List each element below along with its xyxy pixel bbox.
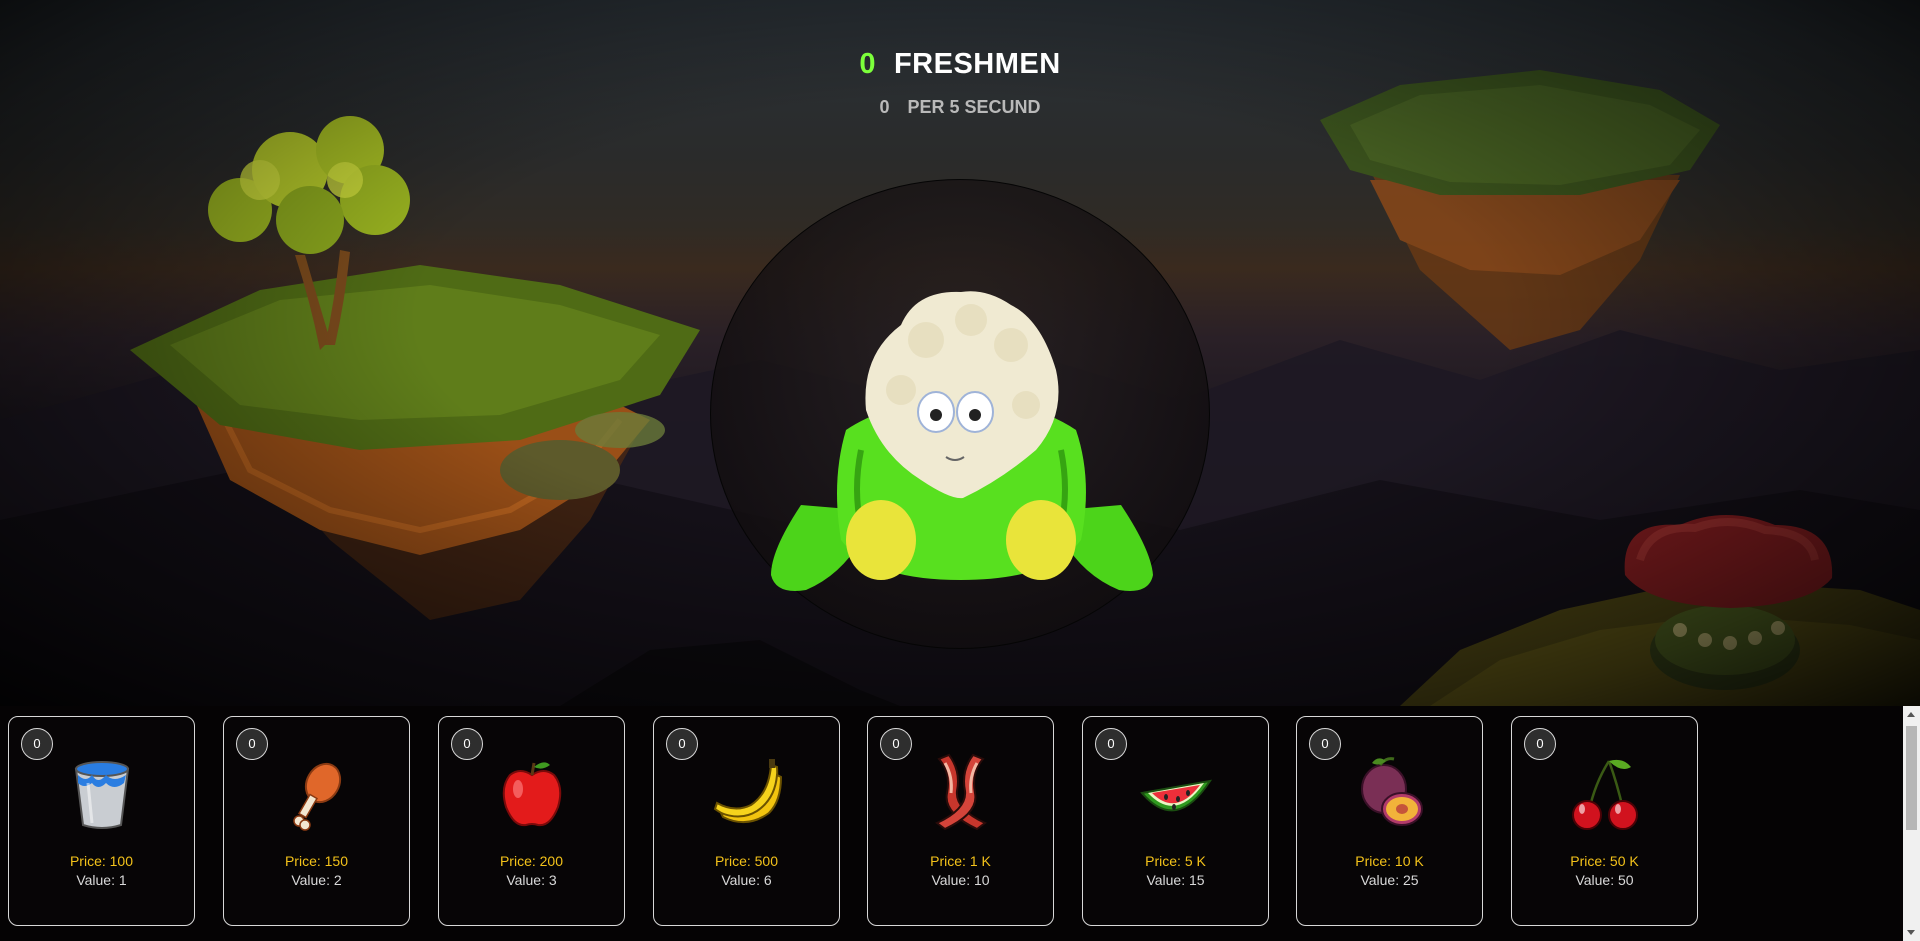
chicken-leg-icon	[292, 762, 341, 831]
owned-count-badge: 0	[236, 728, 268, 760]
shop-item-watermelon[interactable]: 0 Price: 5 K Value: 15	[1082, 716, 1269, 926]
shop-item-bacon[interactable]: 0 Price: 1 K Value: 10	[867, 716, 1054, 926]
item-value: Value: 10	[931, 872, 990, 888]
item-value: Value: 15	[1146, 872, 1205, 888]
owned-count-badge: 0	[1095, 728, 1127, 760]
owned-count-badge: 0	[666, 728, 698, 760]
item-value: Value: 50	[1575, 872, 1634, 888]
owned-count-badge: 0	[880, 728, 912, 760]
item-price: Price: 200	[499, 853, 564, 869]
game-background: 0 FRESHMEN 0 PER 5 SECUND	[0, 0, 1920, 706]
score-label: FRESHMEN	[893, 48, 1061, 80]
item-value: Value: 6	[721, 872, 772, 888]
owned-count-badge: 0	[451, 728, 483, 760]
shop-item-apple[interactable]: 0 Price: 200 Value: 3	[438, 716, 625, 926]
rate-label: PER 5 SECUND	[907, 97, 1041, 117]
scroll-down-icon[interactable]	[1907, 930, 1915, 935]
item-value: Value: 25	[1360, 872, 1419, 888]
shop-scrollbar[interactable]	[1903, 706, 1920, 941]
owned-count-badge: 0	[1524, 728, 1556, 760]
score-value: 0	[859, 48, 876, 80]
plum-icon	[1360, 757, 1423, 826]
score-display: 0 FRESHMEN	[0, 48, 1920, 81]
shop-item-water-bucket[interactable]: 0 Price: 100 Value: 1	[8, 716, 195, 926]
owned-count-badge: 0	[1309, 728, 1341, 760]
item-price: Price: 100	[69, 853, 134, 869]
item-price: Price: 10 K	[1355, 853, 1424, 869]
rate-value: 0	[879, 97, 890, 117]
cauliflower-clicker-button[interactable]	[710, 179, 1210, 649]
item-value: Value: 3	[506, 872, 557, 888]
item-price: Price: 1 K	[930, 853, 991, 869]
shop-panel: 0 Price: 100 Value: 1 0 Price: 150 Value…	[0, 706, 1920, 941]
item-value: Value: 2	[291, 872, 342, 888]
rate-display: 0 PER 5 SECUND	[0, 97, 1920, 118]
item-price: Price: 5 K	[1145, 853, 1206, 869]
scroll-up-icon[interactable]	[1907, 712, 1915, 717]
owned-count-badge: 0	[21, 728, 53, 760]
cauliflower-plush-icon	[771, 291, 1153, 591]
cherry-icon	[1571, 759, 1638, 830]
scrollbar-thumb[interactable]	[1906, 726, 1917, 830]
shop-item-plum[interactable]: 0 Price: 10 K Value: 25	[1296, 716, 1483, 926]
shop-item-banana[interactable]: 0 Price: 500 Value: 6	[653, 716, 840, 926]
item-price: Price: 150	[284, 853, 349, 869]
bacon-icon	[934, 753, 987, 831]
watermelon-icon	[1139, 779, 1212, 812]
item-price: Price: 50 K	[1570, 853, 1639, 869]
apple-icon	[502, 762, 561, 827]
banana-icon	[713, 759, 782, 824]
item-price: Price: 500	[714, 853, 779, 869]
shop-item-chicken-leg[interactable]: 0 Price: 150 Value: 2	[223, 716, 410, 926]
shop-item-cherry[interactable]: 0 Price: 50 K Value: 50	[1511, 716, 1698, 926]
water-bucket-icon	[74, 761, 129, 829]
item-value: Value: 1	[76, 872, 127, 888]
